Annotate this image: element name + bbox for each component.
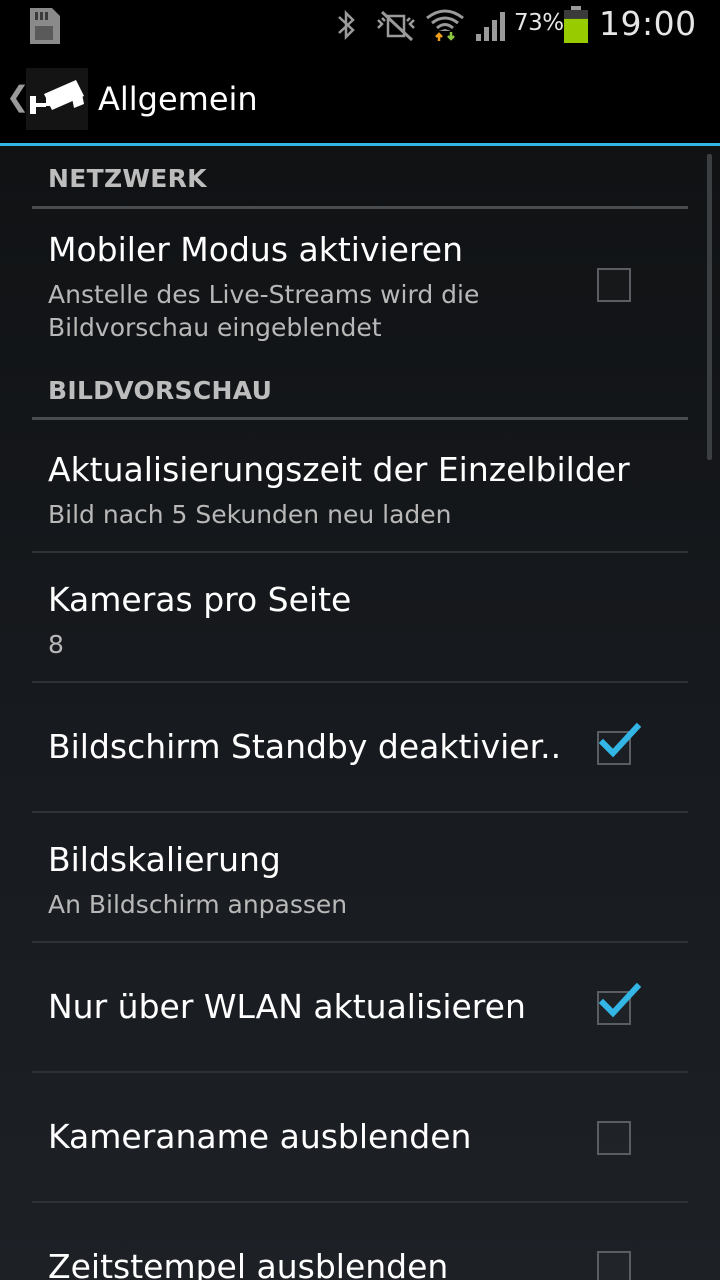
bluetooth-icon [338,9,355,41]
category-divider [32,206,688,209]
sd-card-icon [30,8,60,44]
pref-title: Nur über WLAN aktualisieren [48,987,526,1026]
signal-icon [476,12,505,41]
pref-wlan-only[interactable]: Nur über WLAN aktualisieren [32,943,688,1071]
pref-mobile-mode[interactable]: Mobiler Modus aktivieren Anstelle des Li… [32,210,688,350]
category-header-preview: BILDVORSCHAU [48,376,273,405]
app-logo[interactable] [26,68,88,130]
checkmark-icon [598,982,642,1018]
security-camera-icon [30,80,84,114]
pref-title: Zeitstempel ausblenden [48,1247,449,1280]
scrollbar[interactable] [707,154,712,460]
pref-summary: 8 [48,630,64,659]
vibrate-mute-icon [377,10,415,42]
wifi-icon [426,9,464,41]
pref-scaling[interactable]: Bildskalierung An Bildschirm anpassen [32,813,688,941]
pref-cameras-per-page[interactable]: Kameras pro Seite 8 [32,553,688,681]
pref-summary: Anstelle des Live-Streams wird die Bildv… [48,280,480,342]
pref-summary: Bild nach 5 Sekunden neu laden [48,500,452,529]
category-header-network: NETZWERK [48,164,207,193]
pref-summary: An Bildschirm anpassen [48,890,348,919]
action-bar: ❮ Allgemein [0,50,720,144]
pref-disable-standby[interactable]: Bildschirm Standby deaktivier.. [32,683,688,811]
pref-title: Bildschirm Standby deaktivier.. [48,727,562,766]
checkbox-wlan-only[interactable] [597,982,642,1025]
status-bar: 73% 19:00 [0,0,720,50]
pref-refresh-time[interactable]: Aktualisierungszeit der Einzelbilder Bil… [32,420,688,550]
checkbox-hide-timestamp[interactable] [597,1251,631,1280]
checkbox-mobile-mode[interactable] [597,268,631,302]
pref-title: Mobiler Modus aktivieren [48,230,464,269]
battery-icon [564,6,588,43]
clock: 19:00 [599,4,697,43]
pref-title: Aktualisierungszeit der Einzelbilder [48,450,630,489]
checkmark-icon [598,722,642,758]
pref-hide-camera-name[interactable]: Kameraname ausblenden [32,1073,688,1201]
pref-title: Kameras pro Seite [48,580,352,619]
battery-percent: 73% [514,10,564,36]
checkbox-hide-camera-name[interactable] [597,1121,631,1155]
pref-title: Bildskalierung [48,840,281,879]
page-title: Allgemein [98,80,258,118]
preferences-list[interactable]: NETZWERK Mobiler Modus aktivieren Anstel… [0,146,720,1280]
checkbox-disable-standby[interactable] [597,722,642,765]
pref-hide-timestamp[interactable]: Zeitstempel ausblenden [32,1203,688,1280]
pref-title: Kameraname ausblenden [48,1117,472,1156]
